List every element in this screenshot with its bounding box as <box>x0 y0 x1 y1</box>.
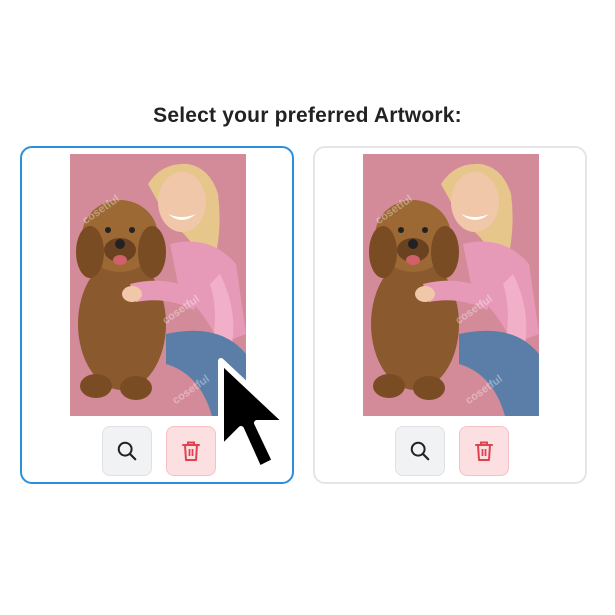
artwork-option-2[interactable]: cosetful cosetful cosetful <box>313 146 587 484</box>
page-title: Select your preferred Artwork: <box>153 104 462 127</box>
zoom-button[interactable] <box>102 426 152 476</box>
zoom-button[interactable] <box>395 426 445 476</box>
artwork-image: cosetful cosetful cosetful <box>363 154 539 416</box>
trash-icon <box>182 441 200 461</box>
delete-button[interactable] <box>166 426 216 476</box>
arrow-cursor-icon <box>218 358 290 472</box>
search-icon <box>117 441 137 461</box>
delete-button[interactable] <box>459 426 509 476</box>
search-icon <box>410 441 430 461</box>
trash-icon <box>475 441 493 461</box>
